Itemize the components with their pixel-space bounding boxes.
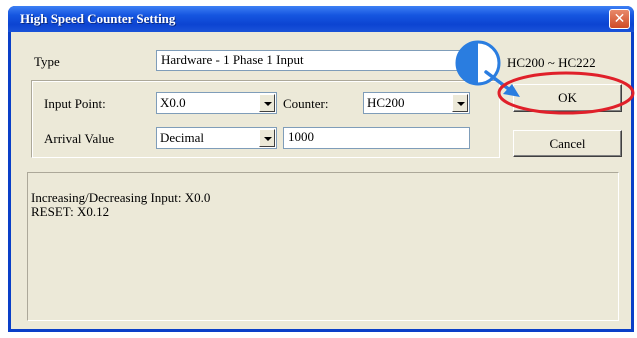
chevron-down-icon[interactable] xyxy=(259,94,275,112)
input-point-label: Input Point: xyxy=(44,96,106,111)
arrival-value-label: Arrival Value xyxy=(44,131,115,146)
arrival-format-value: Decimal xyxy=(160,130,205,145)
counter-select[interactable]: HC200 xyxy=(363,92,470,114)
window-title: High Speed Counter Setting xyxy=(20,11,176,26)
input-point-select[interactable]: X0.0 xyxy=(156,92,277,114)
title-bar[interactable]: High Speed Counter Setting ✕ xyxy=(8,6,634,32)
info-line-2: RESET: X0.12 xyxy=(31,204,110,219)
input-point-value: X0.0 xyxy=(160,95,186,110)
counter-value: HC200 xyxy=(367,95,405,110)
dialog-body: Type Hardware - 1 Phase 1 Input HC200 ~ … xyxy=(11,32,631,329)
chevron-down-icon[interactable] xyxy=(259,129,275,147)
chevron-down-icon[interactable] xyxy=(452,94,468,112)
type-label: Type xyxy=(34,54,60,69)
ok-button[interactable]: OK xyxy=(513,84,622,112)
arrival-format-select[interactable]: Decimal xyxy=(156,127,277,149)
cancel-button[interactable]: Cancel xyxy=(513,130,622,157)
dialog-window: High Speed Counter Setting ✕ Type Hardwa… xyxy=(8,6,634,332)
arrival-value-input[interactable]: 1000 xyxy=(283,127,470,149)
counter-label: Counter: xyxy=(283,96,329,111)
counter-range-label: HC200 ~ HC222 xyxy=(507,55,596,70)
close-button[interactable]: ✕ xyxy=(609,9,630,29)
type-field[interactable]: Hardware - 1 Phase 1 Input xyxy=(156,50,466,71)
